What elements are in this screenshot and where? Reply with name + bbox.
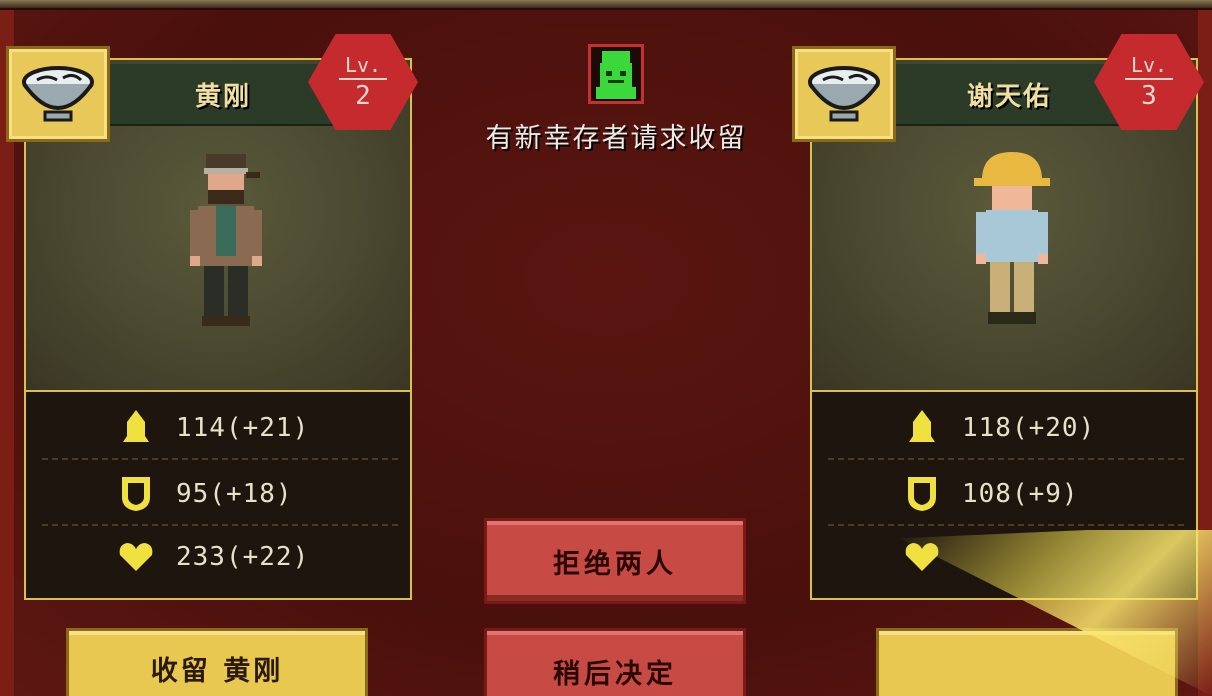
stat-row-defense: 108(+9) [828, 464, 1184, 526]
heart-icon [116, 537, 156, 577]
shield-icon [902, 474, 942, 514]
attack-icon [902, 408, 942, 448]
survivor-name-plate: 黄刚 [108, 64, 338, 126]
survivor-face-icon [588, 44, 644, 104]
level-label: Lv. [1130, 53, 1168, 77]
stats-panel: 118(+20) 108(+9) [810, 390, 1198, 600]
accept-survivor-right-button[interactable] [876, 628, 1178, 696]
top-border [0, 0, 1212, 10]
stat-row-health [828, 526, 1184, 588]
stat-row-defense: 95(+18) [42, 464, 398, 526]
stat-value: 233(+22) [176, 542, 310, 572]
decide-later-button[interactable]: 稍后决定 [484, 628, 746, 696]
heart-icon [902, 537, 942, 577]
accept-survivor-left-button[interactable]: 收留 黄刚 [66, 628, 368, 696]
stat-value: 95(+18) [176, 479, 293, 509]
stat-row-health: 233(+22) [42, 526, 398, 588]
level-value: 2 [355, 81, 371, 111]
stat-value: 108(+9) [962, 479, 1079, 509]
survivor-character-sprite [974, 152, 1050, 324]
level-divider [339, 78, 387, 80]
survivor-name-plate: 谢天佑 [894, 64, 1124, 126]
level-label: Lv. [344, 53, 382, 77]
right-edge [1198, 10, 1212, 696]
stats-panel: 114(+21) 95(+18) 233(+22) [24, 390, 412, 600]
food-bowl-icon [792, 46, 896, 142]
stat-value: 114(+21) [176, 413, 310, 443]
food-bowl-icon [6, 46, 110, 142]
request-message: 有新幸存者请求收留 [485, 123, 747, 154]
level-divider [1125, 78, 1173, 80]
stat-row-attack: 118(+20) [828, 398, 1184, 460]
level-value: 3 [1141, 81, 1157, 111]
survivor-card-left: 黄刚 Lv. 2 114(+21) 95(+18) 233(+22) [6, 34, 418, 600]
survivor-card-right: 谢天佑 Lv. 3 118(+20) 108(+9) [792, 34, 1204, 600]
survivor-name: 谢天佑 [966, 81, 1051, 112]
stat-value: 118(+20) [962, 413, 1096, 443]
stat-row-attack: 114(+21) [42, 398, 398, 460]
attack-icon [116, 408, 156, 448]
survivor-character-sprite [190, 154, 262, 326]
shield-icon [116, 474, 156, 514]
reject-both-button[interactable]: 拒绝两人 [484, 518, 746, 604]
survivor-name: 黄刚 [194, 81, 251, 112]
